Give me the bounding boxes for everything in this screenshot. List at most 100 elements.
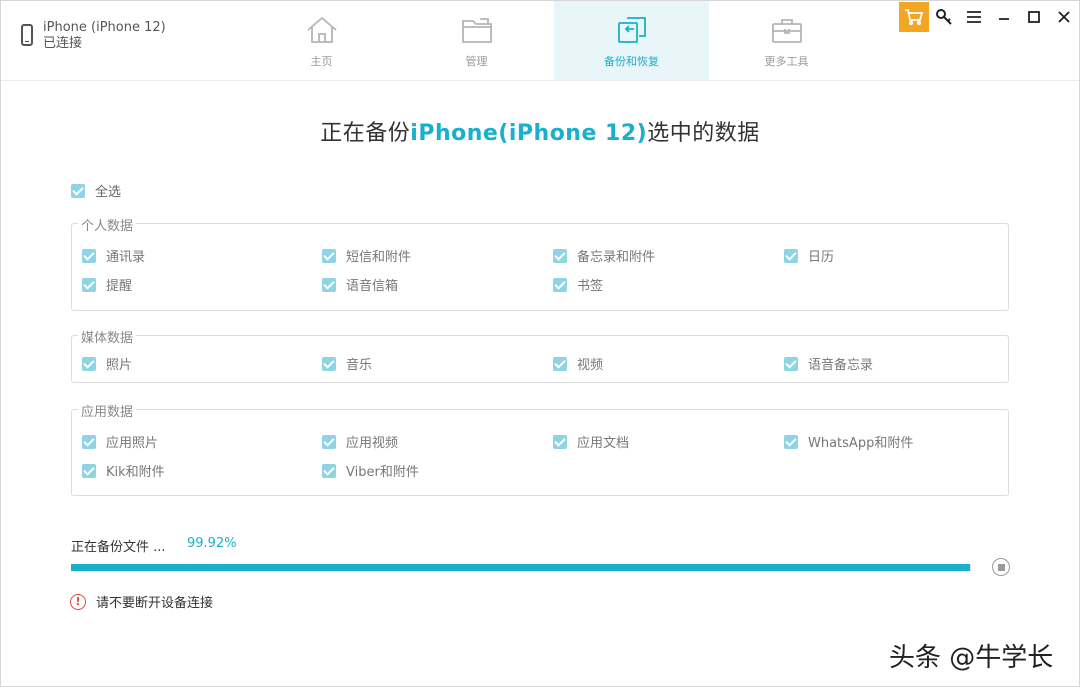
title-suffix: 选中的数据 [647, 121, 760, 146]
checkbox-videos[interactable]: 视频 [553, 354, 603, 373]
home-icon [306, 16, 337, 43]
page-title: 正在备份iPhone(iPhone 12)选中的数据 [1, 115, 1079, 147]
group-app-data: 应用数据 应用照片 应用视频 应用文档 WhatsApp和附件 Kik和附件 V… [71, 401, 1009, 496]
checkbox-checked-icon [322, 434, 336, 449]
app-window: iPhone (iPhone 12) 已连接 主页 管理 备份和恢复 更多工具 … [0, 0, 1080, 687]
folder-icon [461, 18, 492, 43]
checkbox-checked-icon [784, 356, 798, 371]
device-status: 已连接 [43, 36, 83, 51]
checkbox-bookmarks[interactable]: 书签 [553, 275, 603, 294]
select-all-label: 全选 [95, 185, 122, 200]
checkbox-label: WhatsApp和附件 [808, 436, 914, 451]
checkbox-label: 应用视频 [346, 436, 399, 451]
checkbox-whatsapp[interactable]: WhatsApp和附件 [784, 432, 913, 451]
checkbox-label: 通讯录 [106, 250, 146, 265]
checkbox-label: 语音备忘录 [808, 358, 874, 373]
checkbox-label: 视频 [577, 358, 604, 373]
progress-bar [71, 564, 971, 571]
menu-icon[interactable] [959, 2, 989, 32]
close-icon[interactable] [1049, 2, 1079, 32]
maximize-icon[interactable] [1019, 2, 1049, 32]
tab-manage-label: 管理 [465, 55, 488, 68]
main-tabs: 主页 管理 备份和恢复 更多工具 [244, 1, 864, 80]
checkbox-label: Viber和附件 [346, 465, 419, 480]
watermark: 头条 @牛学长 [889, 643, 1054, 673]
checkbox-label: 提醒 [106, 279, 133, 294]
checkbox-label: 音乐 [346, 358, 373, 373]
progress-percent: 99.92% [187, 536, 237, 551]
window-controls [899, 1, 1079, 33]
tab-backup-restore[interactable]: 备份和恢复 [554, 1, 709, 80]
group-legend: 媒体数据 [78, 327, 137, 346]
checkbox-checked-icon [322, 277, 336, 292]
checkbox-viber[interactable]: Viber和附件 [322, 461, 419, 480]
tab-home-label: 主页 [310, 55, 333, 68]
minimize-icon[interactable] [989, 2, 1019, 32]
stop-icon [997, 563, 1005, 571]
device-name: iPhone (iPhone 12) [43, 20, 166, 35]
title-device: iPhone(iPhone 12) [410, 121, 648, 146]
checkbox-label: 语音信箱 [346, 279, 399, 294]
tab-more-tools[interactable]: 更多工具 [709, 1, 864, 80]
checkbox-checked-icon [553, 248, 567, 263]
warning-message: ! 请不要断开设备连接 [70, 592, 213, 611]
checkbox-checked-icon [82, 463, 96, 478]
checkbox-checked-icon [322, 248, 336, 263]
tab-backup-restore-label: 备份和恢复 [604, 55, 659, 68]
checkbox-voice-memos[interactable]: 语音备忘录 [784, 354, 873, 373]
device-info: iPhone (iPhone 12) 已连接 [21, 20, 166, 52]
cart-icon[interactable] [899, 2, 929, 32]
checkbox-label: 备忘录和附件 [577, 250, 656, 265]
checkbox-checked-icon [82, 356, 96, 371]
checkbox-kik[interactable]: Kik和附件 [82, 461, 165, 480]
title-prefix: 正在备份 [320, 121, 411, 146]
top-bar: iPhone (iPhone 12) 已连接 主页 管理 备份和恢复 更多工具 [1, 1, 1079, 81]
checkbox-checked-icon [322, 463, 336, 478]
warning-text: 请不要断开设备连接 [96, 596, 214, 611]
checkbox-app-videos[interactable]: 应用视频 [322, 432, 398, 451]
group-personal-data: 个人数据 通讯录 短信和附件 备忘录和附件 日历 提醒 语音信箱 书签 [71, 215, 1009, 311]
checkbox-notes[interactable]: 备忘录和附件 [553, 246, 655, 265]
checkbox-checked-icon [553, 434, 567, 449]
checkbox-label: 书签 [577, 279, 604, 294]
checkbox-calendar[interactable]: 日历 [784, 246, 834, 265]
checkbox-label: 应用照片 [106, 436, 159, 451]
checkbox-checked-icon [82, 248, 96, 263]
checkbox-contacts[interactable]: 通讯录 [82, 246, 145, 265]
checkbox-checked-icon [553, 356, 567, 371]
checkbox-checked-icon [82, 277, 96, 292]
progress-label: 正在备份文件 ... [71, 540, 166, 555]
checkbox-checked-icon [784, 434, 798, 449]
checkbox-checked-icon [784, 248, 798, 263]
toolbox-icon [771, 19, 802, 43]
checkbox-reminders[interactable]: 提醒 [82, 275, 132, 294]
select-all-checkbox[interactable]: 全选 [71, 181, 121, 200]
tab-home[interactable]: 主页 [244, 1, 399, 80]
group-legend: 应用数据 [78, 401, 137, 420]
phone-icon [21, 24, 33, 46]
checkbox-label: Kik和附件 [106, 465, 165, 480]
checkbox-music[interactable]: 音乐 [322, 354, 372, 373]
checkbox-checked-icon [553, 277, 567, 292]
tab-more-tools-label: 更多工具 [764, 55, 809, 68]
checkbox-photos[interactable]: 照片 [82, 354, 132, 373]
checkbox-voicemail[interactable]: 语音信箱 [322, 275, 398, 294]
warning-icon: ! [70, 593, 86, 610]
checkbox-messages[interactable]: 短信和附件 [322, 246, 411, 265]
backup-restore-icon [617, 17, 646, 43]
group-media-data: 媒体数据 照片 音乐 视频 语音备忘录 [71, 327, 1009, 383]
checkbox-checked-icon [71, 183, 85, 198]
group-legend: 个人数据 [78, 215, 137, 234]
checkbox-label: 照片 [106, 358, 133, 373]
checkbox-label: 日历 [808, 250, 835, 265]
key-icon[interactable] [929, 2, 959, 32]
tab-manage[interactable]: 管理 [399, 1, 554, 80]
checkbox-label: 短信和附件 [346, 250, 412, 265]
checkbox-app-documents[interactable]: 应用文档 [553, 432, 629, 451]
stop-button[interactable] [992, 558, 1010, 576]
checkbox-checked-icon [322, 356, 336, 371]
checkbox-label: 应用文档 [577, 436, 630, 451]
checkbox-checked-icon [82, 434, 96, 449]
progress-bar-fill [71, 564, 971, 571]
checkbox-app-photos[interactable]: 应用照片 [82, 432, 158, 451]
